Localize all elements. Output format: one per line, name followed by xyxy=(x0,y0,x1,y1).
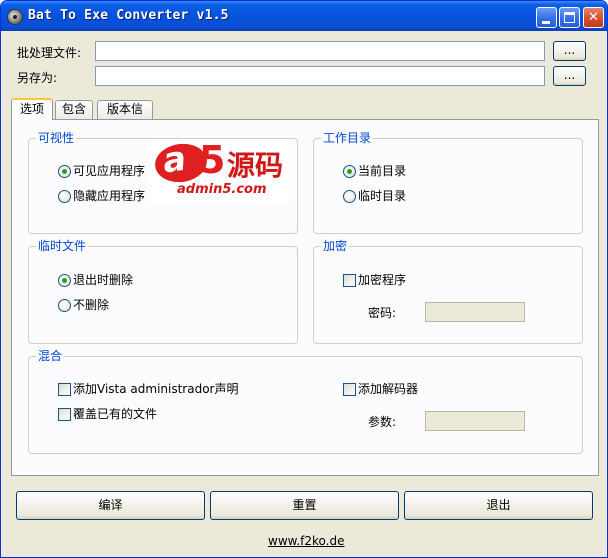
parameters-label: 参数: xyxy=(368,415,397,429)
encrypt-group-title: 加密 xyxy=(321,239,350,253)
password-label: 密码: xyxy=(368,306,397,320)
options-panel: 可视性 可见应用程序 隐藏应用程序 工作目录 当前目录 临时目录 临时文件 退出… xyxy=(11,119,599,476)
minimize-button[interactable] xyxy=(536,7,557,28)
password-input xyxy=(425,302,525,322)
exit-button[interactable]: 退出 xyxy=(404,491,593,520)
add-decoder-label[interactable]: 添加解码器 xyxy=(358,382,418,396)
tab-include[interactable]: 包含 xyxy=(55,100,93,119)
watermark-cn-text: 源码 xyxy=(227,149,284,182)
visible-app-label[interactable]: 可见应用程序 xyxy=(73,164,145,178)
batch-file-input[interactable] xyxy=(95,41,545,61)
save-as-label: 另存为: xyxy=(17,71,58,85)
tempfiles-group-title: 临时文件 xyxy=(36,239,89,253)
temp-dir-label[interactable]: 临时目录 xyxy=(358,189,406,203)
hidden-app-radio[interactable] xyxy=(58,190,71,203)
compile-button[interactable]: 编译 xyxy=(16,491,205,520)
add-vista-admin-checkbox[interactable] xyxy=(58,383,71,396)
visibility-group-title: 可视性 xyxy=(36,131,77,145)
watermark-logo: a 5 源码 admin5.com xyxy=(149,138,289,202)
current-dir-label[interactable]: 当前目录 xyxy=(358,164,406,178)
mixed-group-title: 混合 xyxy=(36,349,65,363)
overwrite-files-label[interactable]: 覆盖已有的文件 xyxy=(73,407,157,421)
save-as-input[interactable] xyxy=(95,66,545,86)
batch-browse-button[interactable]: ... xyxy=(553,41,586,61)
tempfiles-group: 临时文件 xyxy=(28,239,298,344)
encrypt-group: 加密 xyxy=(313,239,583,344)
app-window: Bat To Exe Converter v1.5 ✕ 批处理文件: ... 另… xyxy=(0,0,608,558)
delete-on-exit-label[interactable]: 退出时删除 xyxy=(73,273,133,287)
batch-file-label: 批处理文件: xyxy=(17,46,82,60)
watermark-url: admin5.com xyxy=(177,182,267,197)
parameters-input xyxy=(425,411,525,431)
no-delete-label[interactable]: 不删除 xyxy=(73,298,109,312)
current-dir-radio[interactable] xyxy=(343,165,356,178)
no-delete-radio[interactable] xyxy=(58,299,71,312)
visible-app-radio[interactable] xyxy=(58,165,71,178)
add-decoder-checkbox[interactable] xyxy=(343,383,356,396)
watermark-five: 5 xyxy=(199,138,226,182)
encrypt-program-label[interactable]: 加密程序 xyxy=(358,273,406,287)
save-as-browse-button[interactable]: ... xyxy=(553,66,586,86)
close-icon: ✕ xyxy=(588,10,599,25)
overwrite-files-checkbox[interactable] xyxy=(58,408,71,421)
app-gear-icon xyxy=(7,9,23,25)
temp-dir-radio[interactable] xyxy=(343,190,356,203)
close-button[interactable]: ✕ xyxy=(583,7,604,28)
delete-on-exit-radio[interactable] xyxy=(58,274,71,287)
minimize-icon xyxy=(542,21,550,24)
mixed-group: 混合 xyxy=(28,349,583,454)
title-bar[interactable]: Bat To Exe Converter v1.5 ✕ xyxy=(1,1,607,31)
maximize-button[interactable] xyxy=(559,7,580,28)
encrypt-program-checkbox[interactable] xyxy=(343,274,356,287)
window-title: Bat To Exe Converter v1.5 xyxy=(28,8,229,23)
workdir-group-title: 工作目录 xyxy=(321,131,374,145)
tab-version-info[interactable]: 版本信息 xyxy=(97,100,153,133)
maximize-icon xyxy=(564,12,575,23)
reset-button[interactable]: 重置 xyxy=(210,491,399,520)
tab-options[interactable]: 选项 xyxy=(11,98,53,120)
add-vista-admin-label[interactable]: 添加Vista administrador声明 xyxy=(73,382,238,396)
workdir-group: 工作目录 xyxy=(313,131,583,234)
hidden-app-label[interactable]: 隐藏应用程序 xyxy=(73,189,145,203)
website-link[interactable]: www.f2ko.de xyxy=(268,534,344,548)
